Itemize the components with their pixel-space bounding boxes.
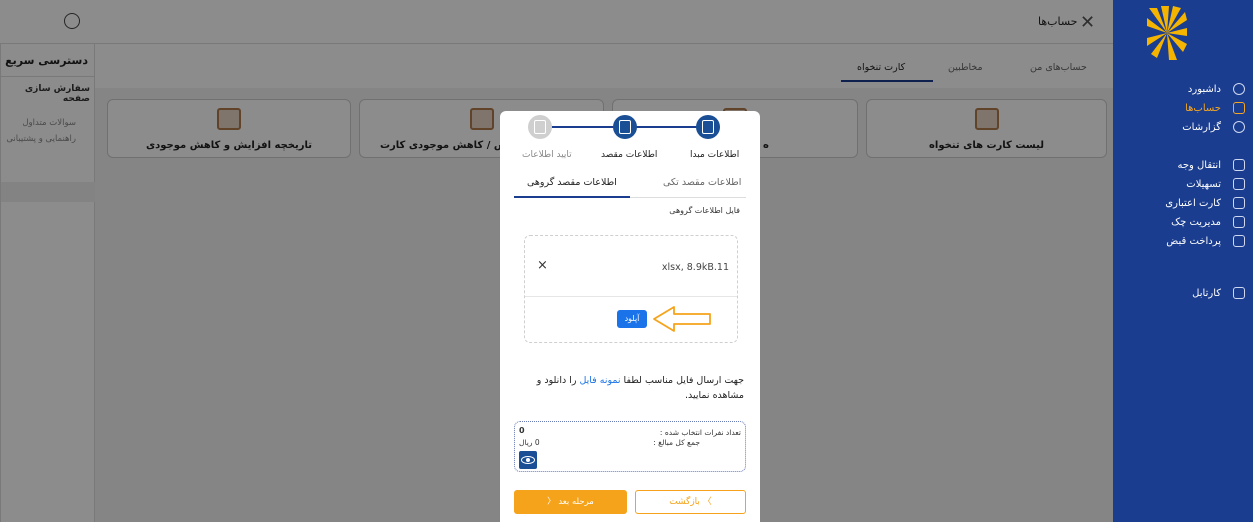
total-amount-label: جمع کل مبالغ : — [653, 438, 700, 447]
sidebar-item-dashboard[interactable]: داشبورد — [1125, 80, 1245, 98]
view-details-button[interactable] — [519, 451, 537, 469]
sidebar-item-label: مدیریت چک — [1171, 216, 1221, 228]
facilities-icon — [1233, 178, 1245, 190]
back-button[interactable]: 〉 بازگشت — [635, 490, 746, 514]
dashboard-icon — [1233, 83, 1245, 95]
step-origin-icon — [696, 115, 720, 139]
arrow-left-icon — [653, 306, 711, 332]
sidebar-item-label: پرداخت قبض — [1166, 235, 1221, 247]
sidebar-item-credit-card[interactable]: کارت اعتباری — [1125, 194, 1245, 212]
step-destination-icon — [613, 115, 637, 139]
step-confirm-icon — [528, 115, 552, 139]
transfer-modal: اطلاعات مبدا اطلاعات مقصد تایید اطلاعات … — [500, 111, 760, 522]
sidebar-item-label: حساب‌ها — [1185, 102, 1221, 114]
sidebar-item-label: داشبورد — [1187, 83, 1221, 95]
sidebar-item-facilities[interactable]: تسهیلات — [1125, 175, 1245, 193]
sidebar-item-label: گزارشات — [1182, 121, 1221, 133]
divider — [525, 296, 737, 297]
credit-card-icon — [1233, 197, 1245, 209]
sidebar-item-label: تسهیلات — [1186, 178, 1221, 190]
bill-icon — [1233, 235, 1245, 247]
selection-summary: تعداد نفرات انتخاب شده : 0 جمع کل مبالغ … — [514, 421, 746, 472]
sidebar-item-label: انتقال وجه — [1177, 159, 1221, 171]
remove-file-icon[interactable]: × — [537, 258, 548, 273]
total-amount-value: 0 ریال — [519, 438, 540, 447]
sample-file-link[interactable]: نمونه فایل — [579, 375, 620, 386]
accounts-icon — [1233, 102, 1245, 114]
tab-group-destination[interactable]: اطلاعات مقصد گروهی — [527, 177, 617, 188]
active-tab-indicator — [514, 196, 630, 198]
file-section-label: فایل اطلاعات گروهی — [669, 206, 740, 215]
step-destination-label: اطلاعات مقصد — [601, 150, 658, 160]
selected-count-value: 0 — [519, 426, 525, 435]
step-origin-label: اطلاعات مبدا — [690, 150, 740, 160]
file-upload-box: × xlsx, 8.9kB.11 آپلود — [524, 235, 738, 343]
bank-logo — [1147, 6, 1187, 60]
sidebar-item-bill[interactable]: پرداخت قبض — [1125, 232, 1245, 250]
hint-text-start: جهت ارسال فایل مناسب لطفا — [620, 375, 744, 386]
sidebar-item-cheque[interactable]: مدیریت چک — [1125, 213, 1245, 231]
reports-icon — [1233, 121, 1245, 133]
sidebar-item-transfer[interactable]: انتقال وجه — [1125, 156, 1245, 174]
cheque-icon — [1233, 216, 1245, 228]
tab-single-destination[interactable]: اطلاعات مقصد تکی — [663, 177, 741, 188]
cartable-icon — [1233, 287, 1245, 299]
sidebar-item-label: کارت اعتباری — [1165, 197, 1221, 209]
step-confirm-label: تایید اطلاعات — [522, 150, 572, 160]
sample-file-hint: جهت ارسال فایل مناسب لطفا نمونه فایل را … — [518, 373, 744, 403]
sidebar-item-label: کارتابل — [1192, 287, 1221, 299]
upload-button[interactable]: آپلود — [617, 310, 647, 328]
file-name: xlsx, 8.9kB.11 — [661, 262, 729, 273]
sidebar-item-cartable[interactable]: کارتابل — [1125, 284, 1245, 302]
next-step-button[interactable]: مرحله بعد 〈 — [514, 490, 627, 514]
sidebar: داشبورد حساب‌ها گزارشات انتقال وجه تسهیل… — [1113, 0, 1253, 522]
sidebar-item-accounts[interactable]: حساب‌ها — [1125, 99, 1245, 117]
transfer-icon — [1233, 159, 1245, 171]
sidebar-item-reports[interactable]: گزارشات — [1125, 118, 1245, 136]
selected-count-label: تعداد نفرات انتخاب شده : — [659, 428, 741, 437]
